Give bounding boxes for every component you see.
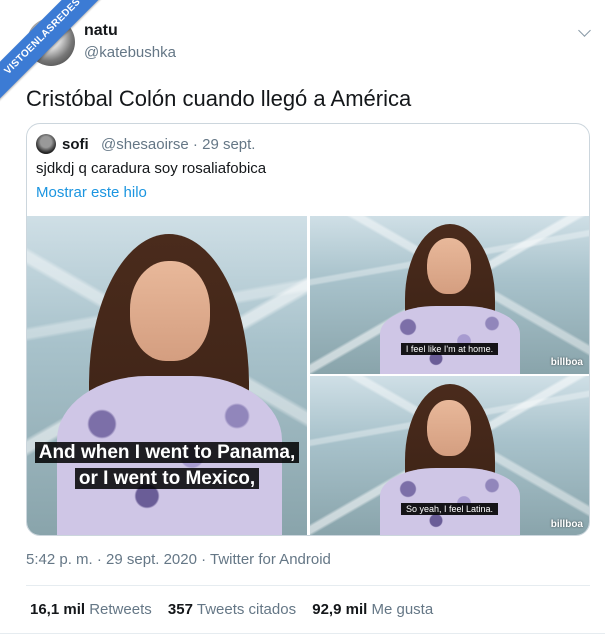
quoted-tweet[interactable]: sofi @shesaoirse · 29 sept. sjdkdj q car… xyxy=(26,123,590,536)
subtitle: I feel like I'm at home. xyxy=(310,342,589,356)
author-handle[interactable]: @katebushka xyxy=(84,44,176,61)
media-grid[interactable]: And when I went to Panama, or I went to … xyxy=(27,216,589,535)
person-face xyxy=(427,400,471,456)
show-thread-link[interactable]: Mostrar este hilo xyxy=(36,184,147,201)
author-display-name[interactable]: natu xyxy=(84,22,118,40)
quote-tweets-stat[interactable]: 357 Tweets citados xyxy=(168,601,296,618)
quoted-tweet-text: sjdkdj q caradura soy rosaliafobica xyxy=(36,160,267,177)
media-image-top-right[interactable]: I feel like I'm at home. billboa xyxy=(310,216,589,374)
subtitle-line-1: And when I went to Panama, xyxy=(27,440,307,466)
subtitle-line-2: or I went to Mexico, xyxy=(27,466,307,492)
retweets-stat[interactable]: 16,1 mil Retweets xyxy=(30,601,152,618)
divider xyxy=(26,585,590,586)
chevron-down-icon[interactable] xyxy=(578,24,591,37)
tweet-text: Cristóbal Colón cuando llegó a América xyxy=(26,86,412,111)
person-shirt xyxy=(380,306,520,374)
divider xyxy=(0,633,605,634)
person-face xyxy=(130,261,210,361)
media-image-main[interactable]: And when I went to Panama, or I went to … xyxy=(27,216,307,535)
engagement-stats: 16,1 mil Retweets 357 Tweets citados 92,… xyxy=(30,601,433,618)
billboard-logo: billboa xyxy=(550,357,583,368)
person-face xyxy=(427,238,471,294)
billboard-logo: billboa xyxy=(550,519,583,530)
likes-stat[interactable]: 92,9 mil Me gusta xyxy=(312,601,433,618)
quoted-author-avatar[interactable] xyxy=(36,134,56,154)
media-image-bottom-right[interactable]: So yeah, I feel Latina. billboa xyxy=(310,376,589,535)
subtitle: So yeah, I feel Latina. xyxy=(310,502,589,516)
tweet-timestamp-source[interactable]: 5:42 p. m. · 29 sept. 2020 · Twitter for… xyxy=(26,551,331,568)
quoted-author-name[interactable]: sofi xyxy=(62,136,89,153)
quoted-author-handle-date[interactable]: @shesaoirse · 29 sept. xyxy=(101,136,255,153)
